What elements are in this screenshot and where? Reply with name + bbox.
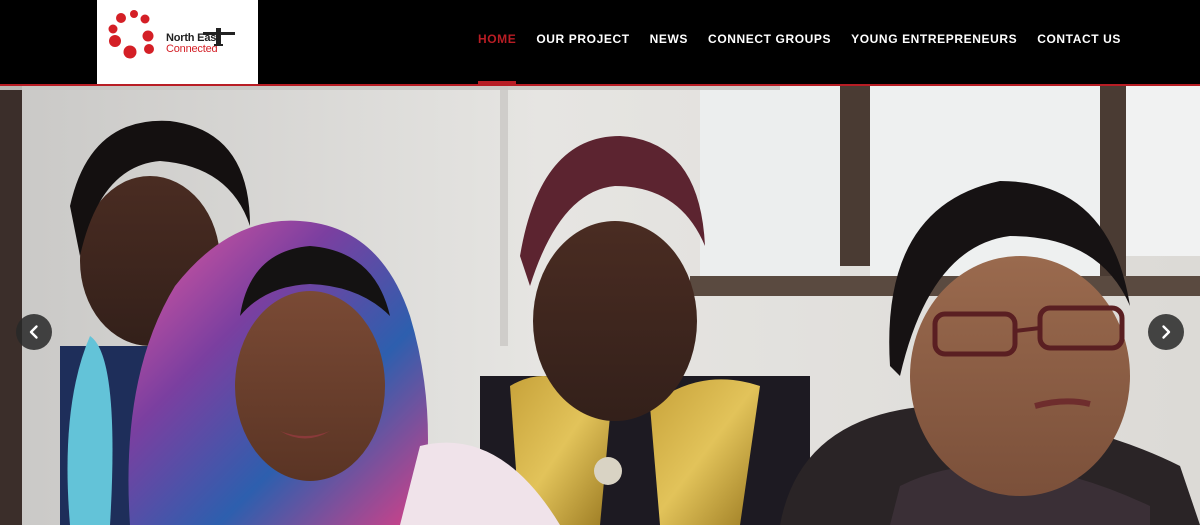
nav-item-news[interactable]: NEWS bbox=[650, 0, 688, 84]
slide-progress-bar bbox=[0, 86, 1200, 90]
logo-dots-icon bbox=[108, 10, 154, 59]
nav-item-young-entrepreneurs[interactable]: YOUNG ENTREPRENEURS bbox=[851, 0, 1017, 84]
hero-slider bbox=[0, 86, 1200, 525]
main-navigation: HOME OUR PROJECT NEWS CONNECT GROUPS YOU… bbox=[458, 0, 1121, 84]
slider-prev-button[interactable] bbox=[16, 314, 52, 350]
slider-next-button[interactable] bbox=[1148, 314, 1184, 350]
hero-slide-image bbox=[0, 86, 1200, 525]
nav-item-contact-us[interactable]: CONTACT US bbox=[1037, 0, 1121, 84]
site-header: North East Connected HOME OUR PROJECT NE… bbox=[0, 0, 1200, 84]
nav-item-our-project[interactable]: OUR PROJECT bbox=[536, 0, 629, 84]
site-logo[interactable]: North East Connected bbox=[97, 0, 258, 84]
chevron-right-icon bbox=[1162, 325, 1171, 339]
slide-progress-fill bbox=[0, 86, 780, 90]
nav-item-connect-groups[interactable]: CONNECT GROUPS bbox=[708, 0, 831, 84]
angel-of-the-north-icon bbox=[203, 28, 235, 46]
nav-item-home[interactable]: HOME bbox=[477, 0, 517, 84]
chevron-left-icon bbox=[29, 325, 38, 339]
